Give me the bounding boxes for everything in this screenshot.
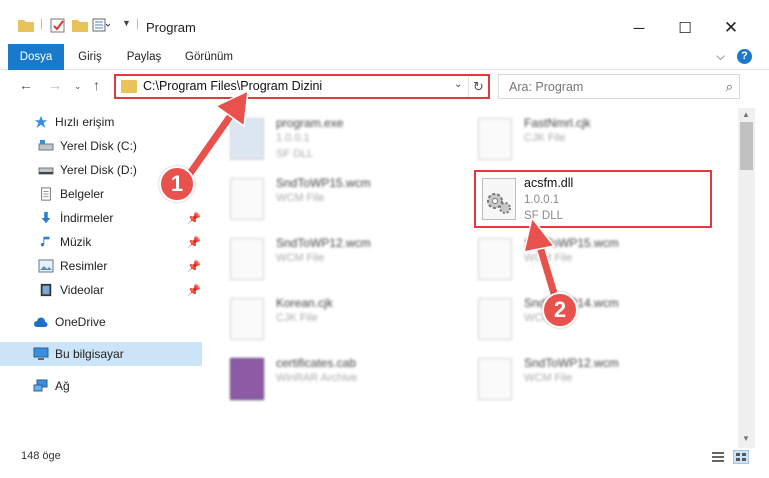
- callout-arrow-2: [523, 216, 561, 302]
- callout-badge-2: 2: [542, 292, 578, 328]
- callout-arrow-1: [179, 89, 249, 185]
- callout-badge-1: 1: [159, 166, 195, 202]
- callout-arrows: [179, 89, 561, 302]
